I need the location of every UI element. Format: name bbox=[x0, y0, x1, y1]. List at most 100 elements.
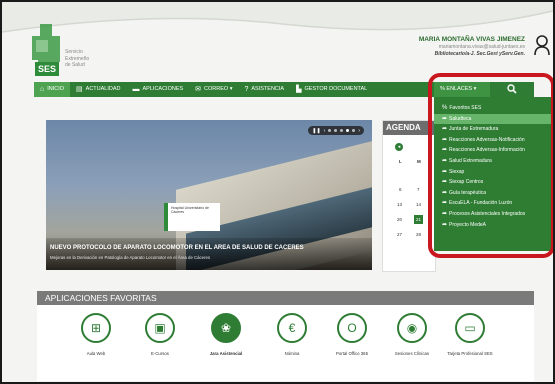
nav-enlaces[interactable]: % ENLACES ▾ bbox=[434, 82, 490, 97]
share-arrow-icon: ➦ bbox=[442, 136, 448, 143]
nav-actualidad-label: ACTUALIDAD bbox=[85, 86, 121, 92]
dropdown-item-junta[interactable]: ➦ Junta de Extremadura bbox=[434, 124, 552, 135]
dropdown-item-label: EscuELA - Fundación Luzón bbox=[449, 200, 513, 207]
nav-asistencia[interactable]: ? ASISTENCIA bbox=[238, 82, 290, 97]
hospital-sign: Hospital Universitario de Cáceres bbox=[164, 203, 220, 231]
app-aula-web[interactable]: ⊞ Aula Web bbox=[71, 313, 121, 357]
agenda-title: AGENDA bbox=[383, 121, 435, 135]
dropdown-item-escuela[interactable]: ➦ EscuELA - Fundación Luzón bbox=[434, 198, 552, 209]
nav-gestor-documental[interactable]: ▙ GESTOR DOCUMENTAL bbox=[290, 82, 373, 97]
dropdown-item-guia-terapeutica[interactable]: ➦ Guía terapéutica bbox=[434, 188, 552, 199]
carousel-dot[interactable] bbox=[352, 129, 356, 132]
calendar-day[interactable]: 28 bbox=[416, 232, 421, 237]
app-e-cursos[interactable]: ▣ E-Cursos bbox=[135, 313, 185, 357]
dropdown-item-salud-extremadura[interactable]: ➦ Salud Extremadura bbox=[434, 156, 552, 167]
agenda-panel: AGENDA ◂ L M 6 7 13 14 20 21 27 28 bbox=[382, 120, 436, 272]
dropdown-item-siexap[interactable]: ➦ Siexap bbox=[434, 167, 552, 178]
dropdown-item-reacciones-notificacion[interactable]: ➦ Reacciones Adversas-Notificación bbox=[434, 135, 552, 146]
prev-icon[interactable]: ‹ bbox=[324, 128, 326, 134]
carousel-controls[interactable]: ❚❚ ‹ › bbox=[308, 126, 364, 135]
logo-text: Servicio Extremeño de Salud bbox=[65, 49, 89, 69]
calendar-nav-icon[interactable]: ◂ bbox=[395, 143, 403, 151]
jara-flower-icon: ❀ bbox=[211, 313, 241, 343]
dropdown-item-medea[interactable]: ➦ Proyecto MedeA bbox=[434, 220, 552, 231]
app-label: Portal Office 365 bbox=[336, 351, 368, 356]
app-label: Tarjeta Profesional SES bbox=[447, 351, 493, 356]
calendar-day[interactable]: 14 bbox=[416, 202, 421, 207]
calendar-day-header: M bbox=[417, 159, 421, 164]
nav-inicio[interactable]: ⌂ INICIO bbox=[34, 82, 71, 97]
news-carousel[interactable]: Hospital Universitario de Cáceres ❚❚ ‹ ›… bbox=[46, 120, 372, 270]
calendar-day[interactable]: 27 bbox=[397, 232, 402, 237]
dropdown-item-saludteca[interactable]: ➦ Saludteca bbox=[434, 113, 552, 125]
document-icon: ▙ bbox=[296, 86, 302, 93]
search-button[interactable] bbox=[490, 82, 534, 97]
nav-correo[interactable]: ✉ CORREO ▾ bbox=[189, 82, 238, 97]
dropdown-item-label: Reacciones Adversas-Información bbox=[449, 147, 525, 154]
logo-abbreviation: SES bbox=[35, 62, 59, 76]
share-arrow-icon: ➦ bbox=[442, 168, 448, 175]
calendar-day-selected[interactable]: 21 bbox=[414, 215, 423, 224]
carousel-dot-active[interactable] bbox=[346, 129, 350, 132]
share-arrow-icon: ➦ bbox=[442, 115, 448, 122]
dropdown-item-procesos[interactable]: ➦ Procesos Asistenciales Integrados bbox=[434, 209, 552, 220]
nav-correo-label: CORREO ▾ bbox=[204, 86, 233, 92]
dropdown-item-siexap-centros[interactable]: ➦ Siexap Centros bbox=[434, 177, 552, 188]
dropdown-item-label: Reacciones Adversas-Notificación bbox=[449, 136, 525, 143]
app-sesiones-clinicas[interactable]: ◉ Sesiones Clínicas bbox=[387, 313, 437, 357]
home-icon: ⌂ bbox=[40, 86, 45, 93]
carousel-dot[interactable] bbox=[328, 129, 332, 132]
calendar-day[interactable]: 13 bbox=[397, 202, 402, 207]
user-menu-icon[interactable] bbox=[534, 34, 550, 56]
share-arrow-icon: ➦ bbox=[442, 126, 448, 133]
nav-enlaces-label: ENLACES ▾ bbox=[446, 86, 477, 92]
nav-actualidad[interactable]: ▤ ACTUALIDAD bbox=[70, 82, 126, 97]
dropdown-item-reacciones-informacion[interactable]: ➦ Reacciones Adversas-Información bbox=[434, 145, 552, 156]
carousel-dot[interactable] bbox=[340, 129, 344, 132]
share-arrow-icon: ➦ bbox=[442, 147, 448, 154]
app-office-365[interactable]: O Portal Office 365 bbox=[327, 313, 377, 357]
dropdown-item-label: Saludteca bbox=[449, 115, 472, 122]
link-icon: % bbox=[442, 105, 448, 111]
calendar-day[interactable]: 7 bbox=[417, 187, 420, 192]
id-card-icon: ▭ bbox=[455, 313, 485, 343]
share-arrow-icon: ➦ bbox=[442, 157, 448, 164]
share-arrow-icon: ➦ bbox=[442, 200, 448, 207]
dropdown-item-label: Siexap bbox=[449, 168, 465, 175]
user-name: MARIA MONTAÑA VIVAS JIMENEZ bbox=[418, 36, 525, 43]
dropdown-item-label: Guía terapéutica bbox=[449, 189, 486, 196]
app-nomina[interactable]: € Nómina bbox=[267, 313, 317, 357]
share-arrow-icon: ➦ bbox=[442, 210, 448, 217]
link-icon: % bbox=[440, 86, 445, 92]
nav-aplicaciones[interactable]: ▬ APLICACIONES bbox=[127, 82, 190, 97]
enlaces-dropdown: % Favoritos SES ➦ Saludteca ➦ Junta de E… bbox=[434, 97, 552, 251]
dropdown-item-favoritos[interactable]: % Favoritos SES bbox=[434, 103, 552, 114]
share-arrow-icon: ➦ bbox=[442, 179, 448, 186]
euro-document-icon: € bbox=[277, 313, 307, 343]
share-arrow-icon: ➦ bbox=[442, 189, 448, 196]
help-icon: ? bbox=[244, 86, 249, 93]
calendar-day[interactable]: 20 bbox=[397, 217, 402, 222]
logo-text-line: de Salud bbox=[65, 62, 85, 68]
app-label: Sesiones Clínicas bbox=[394, 351, 430, 356]
mail-icon: ✉ bbox=[195, 86, 202, 93]
dropdown-item-label: Procesos Asistenciales Integrados bbox=[449, 210, 526, 217]
nav-gestor-documental-label: GESTOR DOCUMENTAL bbox=[304, 86, 368, 92]
news-title[interactable]: NUEVO PROTOCOLO DE APARATO LOCOMOTOR EN … bbox=[50, 245, 368, 251]
calendar-plus-icon: ⊞ bbox=[81, 313, 111, 343]
pause-icon[interactable]: ❚❚ bbox=[312, 128, 320, 134]
search-icon bbox=[507, 84, 517, 94]
dropdown-item-label: Favoritos SES bbox=[449, 105, 482, 111]
next-icon[interactable]: › bbox=[358, 128, 360, 134]
news-caption: NUEVO PROTOCOLO DE APARATO LOCOMOTOR EN … bbox=[46, 238, 372, 270]
carousel-dot[interactable] bbox=[334, 129, 338, 132]
calendar-day[interactable]: 6 bbox=[399, 187, 402, 192]
favorite-apps-title: APLICACIONES FAVORITAS bbox=[37, 291, 534, 305]
app-tarjeta-profesional[interactable]: ▭ Tarjeta Profesional SES bbox=[445, 313, 495, 357]
dropdown-item-label: Salud Extremadura bbox=[449, 157, 492, 164]
app-jara-asistencial[interactable]: ❀ Jara Asistencial bbox=[201, 313, 251, 357]
user-info: MARIA MONTAÑA VIVAS JIMENEZ mariamontana… bbox=[419, 36, 525, 57]
news-icon: ▤ bbox=[76, 86, 83, 93]
nav-inicio-label: INICIO bbox=[47, 86, 65, 92]
dropdown-item-label: Siexap Centros bbox=[449, 179, 484, 186]
